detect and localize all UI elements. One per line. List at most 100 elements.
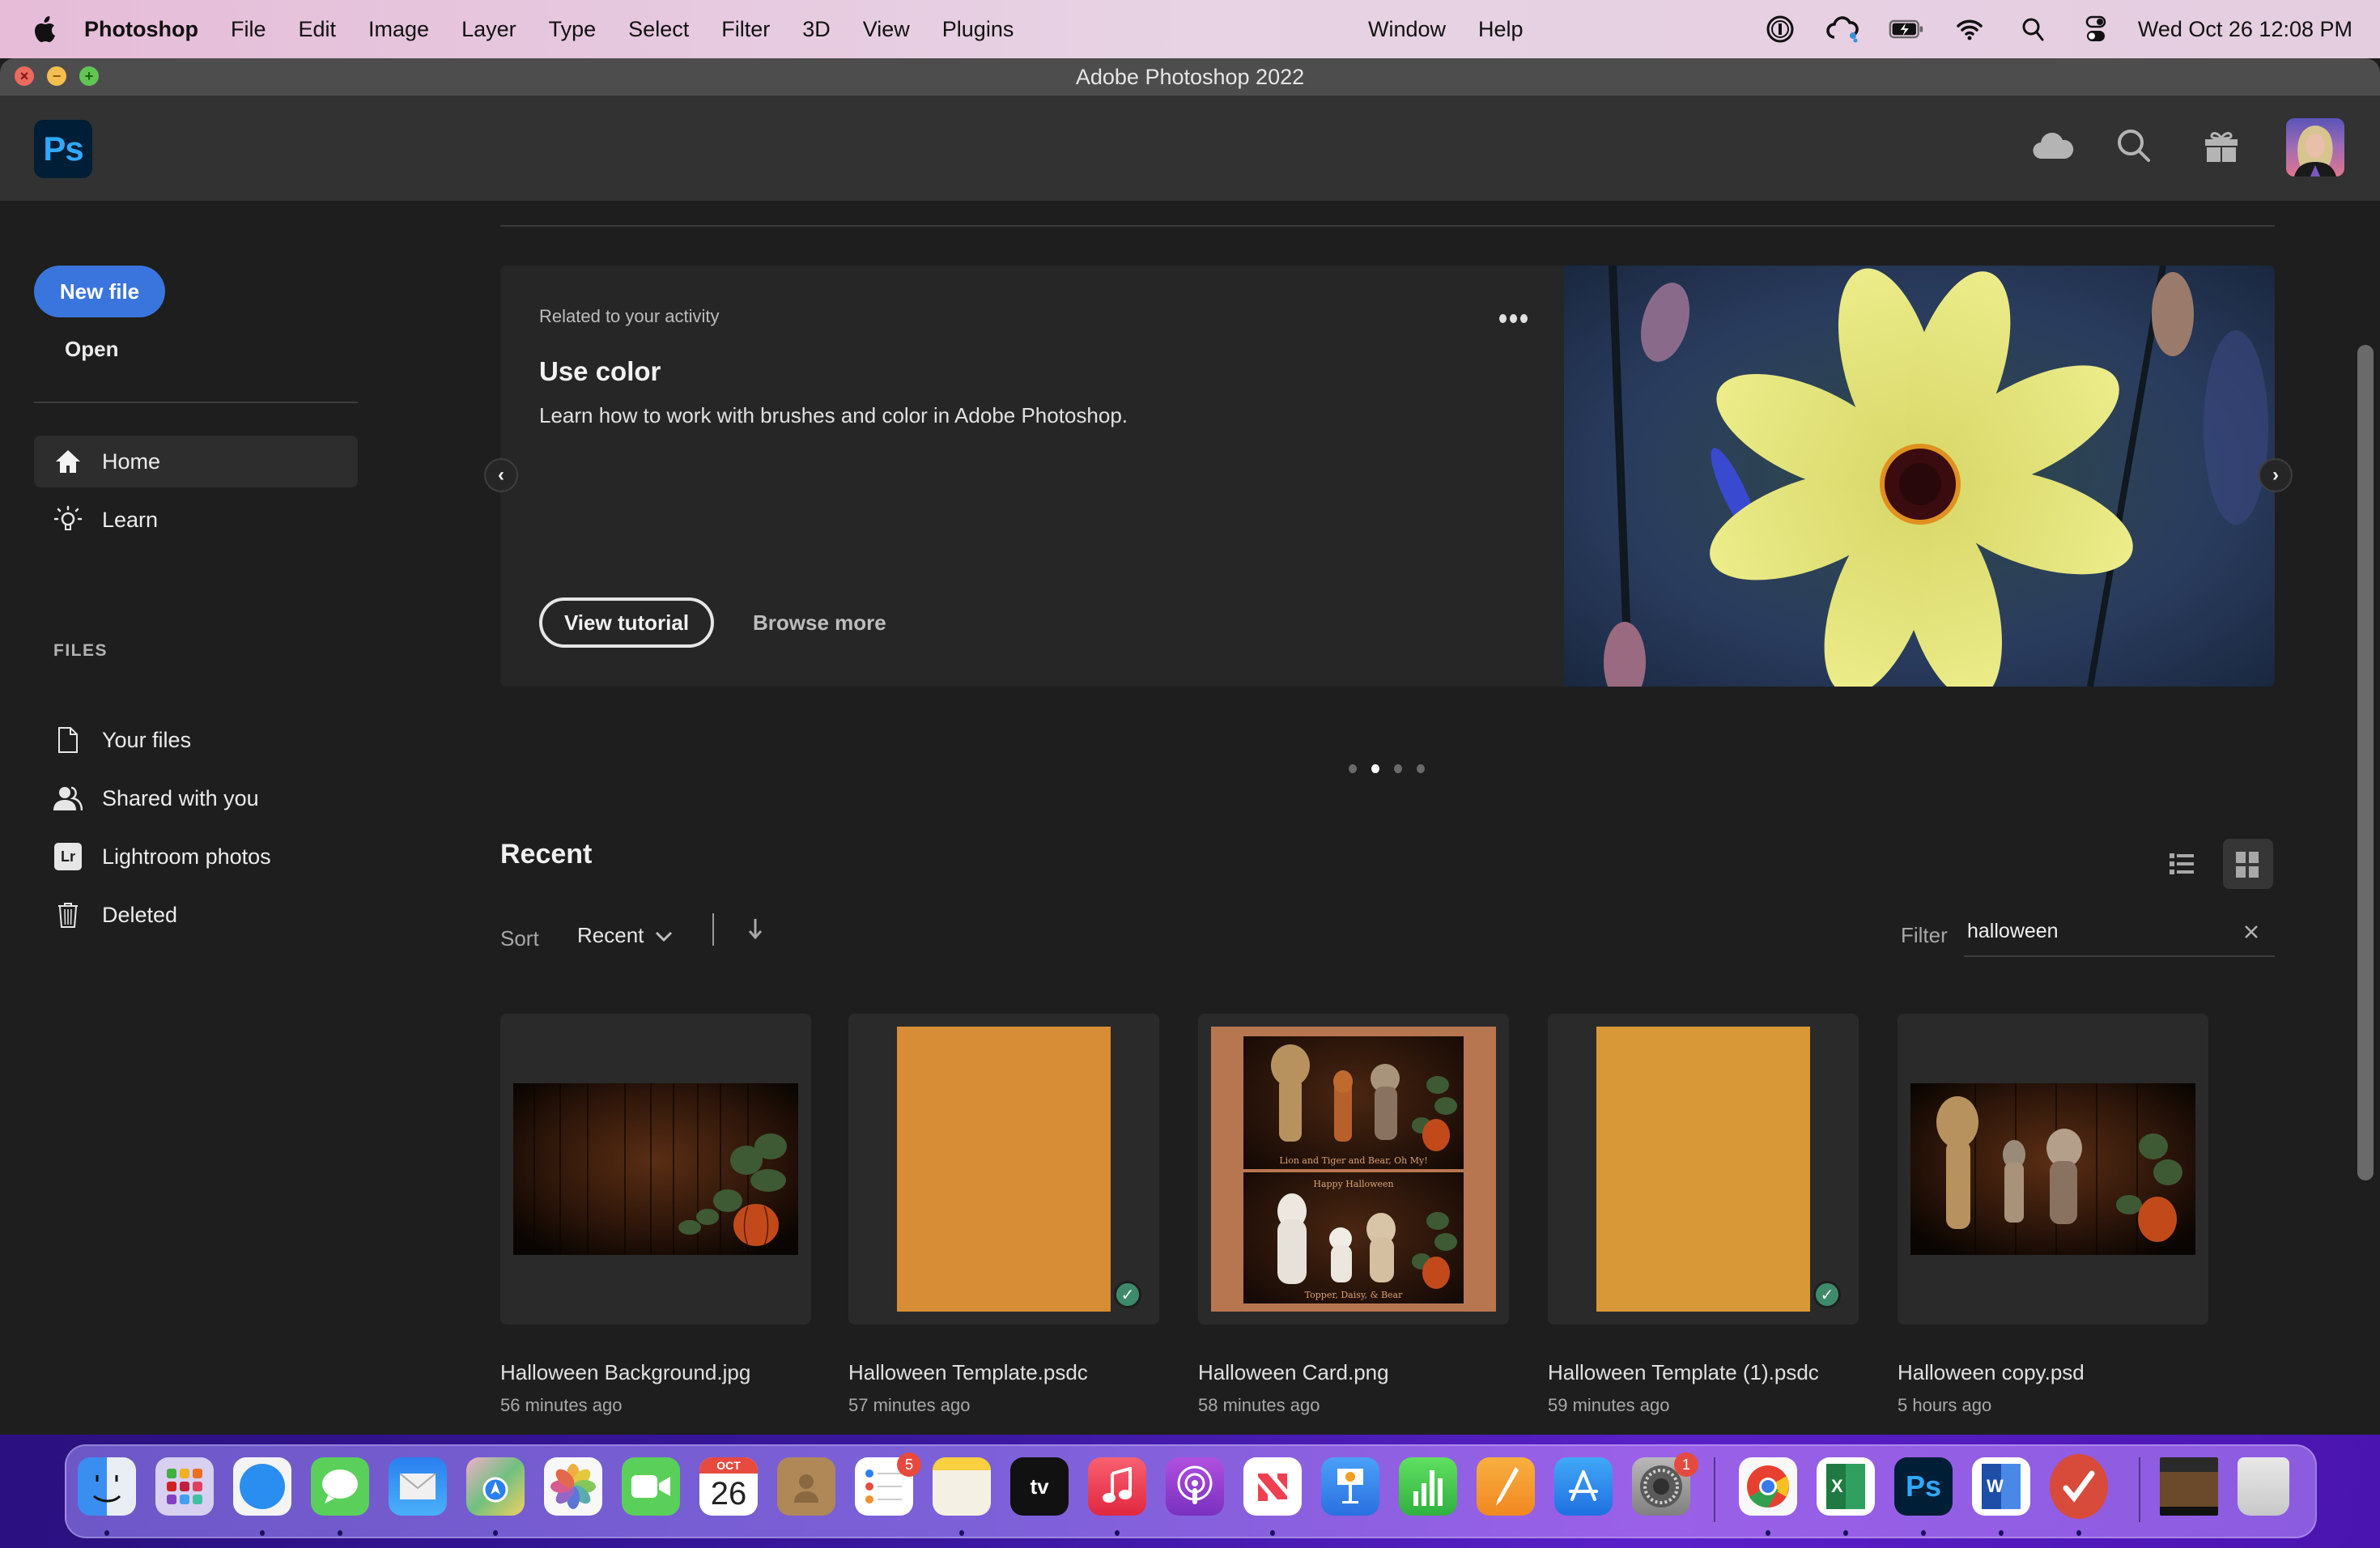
dock-safari-icon[interactable] bbox=[233, 1457, 291, 1516]
gift-icon[interactable] bbox=[2195, 120, 2247, 172]
menu-select[interactable]: Select bbox=[628, 17, 689, 42]
minimize-window-button[interactable]: − bbox=[47, 66, 66, 86]
carousel-dot[interactable] bbox=[1394, 764, 1402, 773]
dock-keynote-icon[interactable] bbox=[1321, 1457, 1379, 1516]
dock-pages-icon[interactable] bbox=[1477, 1457, 1535, 1516]
dock-maps-icon[interactable] bbox=[466, 1457, 525, 1516]
sidebar-item-home[interactable]: Home bbox=[34, 436, 358, 487]
file-thumbnail[interactable]: ✓ bbox=[1548, 1014, 1859, 1325]
photoshop-logo[interactable]: Ps bbox=[34, 120, 92, 178]
running-indicator bbox=[1766, 1530, 1770, 1536]
apple-menu-icon[interactable] bbox=[31, 14, 58, 45]
filter-input[interactable] bbox=[1967, 910, 2226, 952]
dock-reminders-icon[interactable]: 5 bbox=[855, 1452, 921, 1516]
recent-file-card[interactable]: Halloween Background.jpg 56 minutes ago bbox=[500, 1014, 811, 1416]
dock-messages-icon[interactable] bbox=[311, 1457, 369, 1516]
menu-file[interactable]: File bbox=[231, 17, 266, 42]
sidebar-item-deleted[interactable]: Deleted bbox=[34, 889, 358, 941]
creative-cloud-icon[interactable] bbox=[1825, 11, 1861, 47]
file-thumbnail[interactable] bbox=[1898, 1014, 2208, 1325]
dock-photoshop-icon[interactable]: Ps bbox=[1894, 1457, 1953, 1516]
vertical-scrollbar[interactable] bbox=[2357, 345, 2374, 1180]
sort-dropdown-value: Recent bbox=[577, 923, 644, 947]
menu-app-name[interactable]: Photoshop bbox=[84, 17, 198, 42]
users-icon bbox=[52, 782, 84, 814]
dock-photos-icon[interactable] bbox=[544, 1457, 602, 1516]
dock-app-store-icon[interactable] bbox=[1554, 1457, 1613, 1516]
sidebar-item-learn[interactable]: Learn bbox=[34, 494, 358, 546]
zoom-window-button[interactable]: + bbox=[79, 66, 99, 86]
menu-view[interactable]: View bbox=[863, 17, 910, 42]
carousel-prev-button[interactable]: ‹ bbox=[484, 458, 518, 492]
file-thumbnail[interactable]: ✓ bbox=[848, 1014, 1159, 1325]
menu-clock[interactable]: Wed Oct 26 12:08 PM bbox=[2138, 17, 2352, 42]
menu-help[interactable]: Help bbox=[1478, 0, 1524, 58]
banner-flower-image bbox=[1564, 266, 2275, 687]
close-window-button[interactable]: × bbox=[15, 66, 34, 86]
dock-downloads-stack-icon[interactable] bbox=[2160, 1457, 2218, 1516]
menu-window[interactable]: Window bbox=[1368, 0, 1446, 58]
menu-layer[interactable]: Layer bbox=[461, 17, 516, 42]
spotlight-search-icon[interactable] bbox=[2015, 11, 2051, 47]
clear-filter-icon[interactable] bbox=[2239, 920, 2263, 944]
menu-edit[interactable]: Edit bbox=[299, 17, 337, 42]
battery-charging-icon[interactable] bbox=[1889, 11, 1924, 47]
user-avatar[interactable] bbox=[2286, 118, 2344, 176]
menu-3d[interactable]: 3D bbox=[802, 17, 831, 42]
wifi-icon[interactable] bbox=[1952, 11, 1987, 47]
file-thumbnail[interactable]: Lion and Tiger and Bear, Oh My! Happy Ha… bbox=[1198, 1014, 1509, 1325]
grid-view-button[interactable] bbox=[2223, 839, 2273, 889]
menu-filter[interactable]: Filter bbox=[721, 17, 770, 42]
dock-launchpad-icon[interactable] bbox=[155, 1457, 214, 1516]
carousel-dot[interactable] bbox=[1417, 764, 1425, 773]
sidebar-item-lightroom-photos[interactable]: Lr Lightroom photos bbox=[34, 831, 358, 882]
dock-trash-icon[interactable] bbox=[2238, 1457, 2289, 1516]
dock-podcasts-icon[interactable] bbox=[1166, 1457, 1224, 1516]
dock-excel-icon[interactable]: X bbox=[1817, 1457, 1875, 1516]
list-view-button[interactable] bbox=[2157, 839, 2207, 889]
dock-music-icon[interactable] bbox=[1088, 1457, 1146, 1516]
file-thumbnail[interactable] bbox=[500, 1014, 811, 1325]
carousel-next-button[interactable]: › bbox=[2259, 458, 2293, 492]
recent-file-card[interactable]: ✓ Halloween Template (1).psdc 59 minutes… bbox=[1548, 1014, 1859, 1416]
new-file-button[interactable]: New file bbox=[34, 266, 165, 317]
trash-icon bbox=[52, 899, 84, 931]
menu-type[interactable]: Type bbox=[549, 17, 597, 42]
sort-direction-arrow-down-icon[interactable] bbox=[743, 915, 767, 942]
sidebar-item-label: Home bbox=[102, 449, 161, 474]
1password-icon[interactable] bbox=[1762, 11, 1798, 47]
window-title: Adobe Photoshop 2022 bbox=[1075, 64, 1305, 89]
browse-more-link[interactable]: Browse more bbox=[753, 610, 886, 636]
dock-contacts-icon[interactable] bbox=[777, 1457, 835, 1516]
control-center-icon[interactable] bbox=[2078, 11, 2114, 47]
dock-apple-tv-icon[interactable]: tv bbox=[1010, 1457, 1069, 1516]
dock-system-preferences-icon[interactable]: 1 bbox=[1632, 1452, 1698, 1516]
dock-finder-icon[interactable] bbox=[78, 1457, 136, 1516]
view-tutorial-button[interactable]: View tutorial bbox=[539, 598, 714, 648]
sidebar-item-your-files[interactable]: Your files bbox=[34, 714, 358, 766]
calendar-day: 26 bbox=[710, 1476, 747, 1512]
dock-chrome-icon[interactable] bbox=[1739, 1457, 1797, 1516]
sort-dropdown[interactable]: Recent bbox=[577, 923, 673, 948]
dock-mail-icon[interactable] bbox=[389, 1457, 447, 1516]
sidebar-item-shared-with-you[interactable]: Shared with you bbox=[34, 772, 358, 824]
carousel-dot[interactable] bbox=[1349, 764, 1357, 773]
dock-wunderlist-icon[interactable] bbox=[2050, 1454, 2108, 1519]
dock-numbers-icon[interactable] bbox=[1399, 1457, 1457, 1516]
dock-news-icon[interactable] bbox=[1243, 1457, 1302, 1516]
open-button[interactable]: Open bbox=[65, 337, 118, 362]
dock-notes-icon[interactable] bbox=[933, 1457, 991, 1516]
menu-plugins[interactable]: Plugins bbox=[942, 17, 1014, 42]
carousel-dot-active[interactable] bbox=[1371, 764, 1379, 773]
recent-file-card[interactable]: Halloween copy.psd 5 hours ago bbox=[1898, 1014, 2208, 1416]
running-indicator bbox=[1921, 1530, 1926, 1536]
recent-file-card[interactable]: Lion and Tiger and Bear, Oh My! Happy Ha… bbox=[1198, 1014, 1509, 1416]
dock-calendar-icon[interactable]: OCT 26 bbox=[699, 1457, 758, 1516]
cloud-icon[interactable] bbox=[2027, 120, 2079, 172]
dock-facetime-icon[interactable] bbox=[622, 1457, 680, 1516]
search-icon[interactable] bbox=[2108, 120, 2160, 172]
recent-file-card[interactable]: ✓ Halloween Template.psdc 57 minutes ago bbox=[848, 1014, 1159, 1416]
dock-word-icon[interactable]: W bbox=[1972, 1457, 2030, 1516]
more-options-icon[interactable] bbox=[1493, 306, 1533, 330]
menu-image[interactable]: Image bbox=[368, 17, 429, 42]
